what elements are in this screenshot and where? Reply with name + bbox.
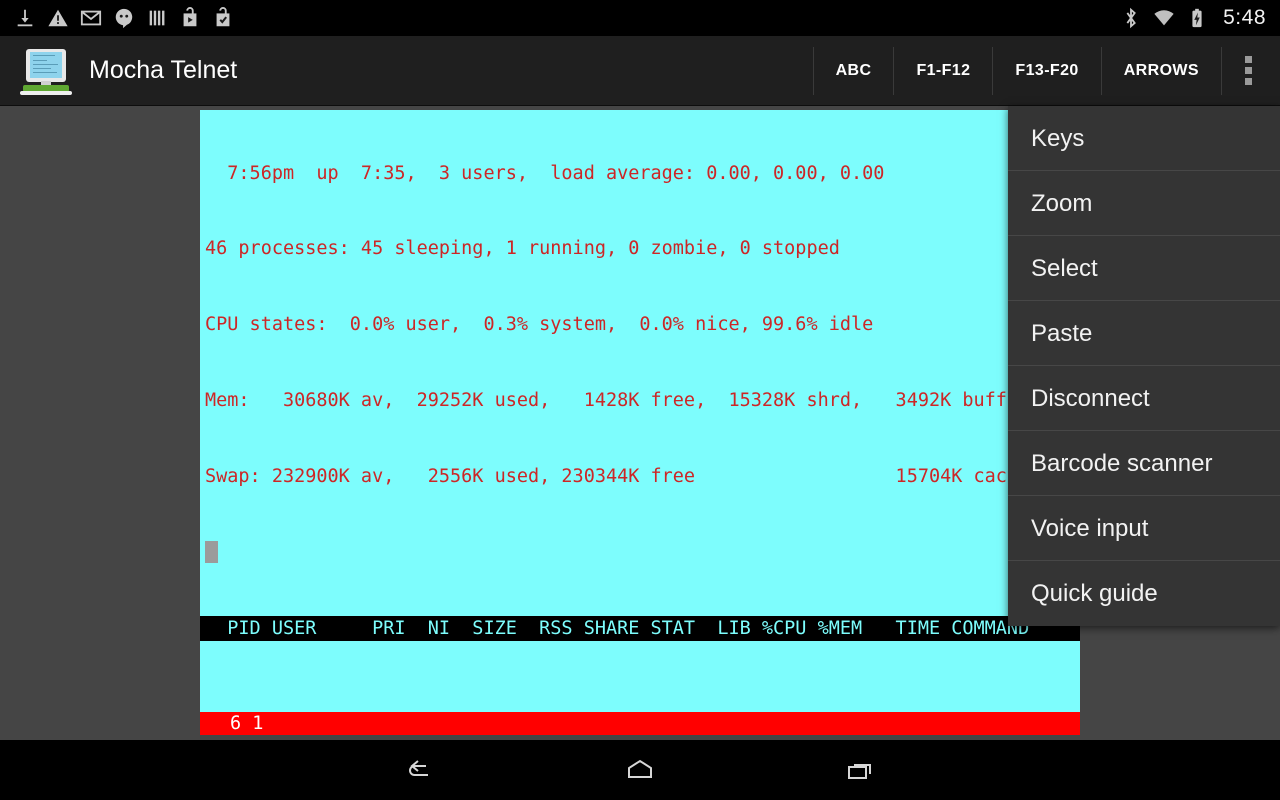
recents-icon xyxy=(848,764,871,779)
checked-bag-icon xyxy=(216,7,230,27)
abc-button[interactable]: ABC xyxy=(812,46,895,95)
menu-item-select[interactable]: Select xyxy=(1008,236,1280,301)
bars-icon xyxy=(149,10,165,26)
status-bar-notifications xyxy=(0,7,234,29)
overflow-menu-icon[interactable] xyxy=(1222,47,1274,95)
gmail-icon xyxy=(80,10,102,26)
download-icon xyxy=(17,9,33,27)
status-bar-clock: 5:48 xyxy=(1223,6,1266,29)
status-bar-system-icons: 5:48 xyxy=(1120,6,1280,30)
terminal-output[interactable]: 7:56pm up 7:35, 3 users, load average: 0… xyxy=(200,110,1080,735)
terminal-header-line: Swap: 232900K av, 2556K used, 230344K fr… xyxy=(205,466,1041,488)
menu-item-barcode-scanner[interactable]: Barcode scanner xyxy=(1008,431,1280,496)
action-bar-buttons: ABC F1-F12 F13-F20 ARROWS xyxy=(812,36,1280,106)
play-store-icon xyxy=(183,7,197,27)
page-title: Mocha Telnet xyxy=(89,56,238,84)
menu-item-disconnect[interactable]: Disconnect xyxy=(1008,366,1280,431)
menu-item-keys[interactable]: Keys xyxy=(1008,106,1280,171)
terminal-status-line: 6 1 xyxy=(200,712,1080,735)
f13-f20-button[interactable]: F13-F20 xyxy=(993,46,1102,95)
arrows-button[interactable]: ARROWS xyxy=(1102,46,1222,95)
monitor-icon xyxy=(20,47,72,95)
recents-button[interactable] xyxy=(750,755,970,785)
device-screen: 5:48 Mocha Telnet ABC F1-F12 F13-F20 ARR… xyxy=(0,0,1280,800)
app-action-bar: Mocha Telnet ABC F1-F12 F13-F20 ARROWS xyxy=(0,36,1280,106)
wifi-icon xyxy=(1154,10,1174,26)
terminal-header-line: 46 processes: 45 sleeping, 1 running, 0 … xyxy=(205,238,840,260)
warning-icon xyxy=(48,9,68,27)
hangouts-icon xyxy=(115,8,133,29)
overflow-menu: Keys Zoom Select Paste Disconnect Barcod… xyxy=(1008,106,1280,626)
terminal-header-line: CPU states: 0.0% user, 0.3% system, 0.0%… xyxy=(205,314,874,336)
menu-item-voice-input[interactable]: Voice input xyxy=(1008,496,1280,561)
android-navigation-bar xyxy=(0,740,1280,800)
menu-item-paste[interactable]: Paste xyxy=(1008,301,1280,366)
back-button[interactable] xyxy=(310,755,530,785)
back-icon xyxy=(409,760,428,776)
terminal-cursor xyxy=(205,541,218,564)
menu-item-quick-guide[interactable]: Quick guide xyxy=(1008,561,1280,626)
android-status-bar: 5:48 xyxy=(0,0,1280,36)
terminal-header-line: 7:56pm up 7:35, 3 users, load average: 0… xyxy=(205,162,885,184)
terminal-header-line: Mem: 30680K av, 29252K used, 1428K free,… xyxy=(205,390,1007,412)
home-button[interactable] xyxy=(530,755,750,785)
terminal-column-header: PID USER PRI NI SIZE RSS SHARE STAT LIB … xyxy=(200,615,1080,641)
terminal-cursor-line xyxy=(200,540,1080,565)
menu-item-zoom[interactable]: Zoom xyxy=(1008,171,1280,236)
battery-charging-icon xyxy=(1192,8,1202,28)
bluetooth-icon xyxy=(1126,7,1137,29)
home-icon xyxy=(628,759,652,778)
f1-f12-button[interactable]: F1-F12 xyxy=(894,46,994,95)
